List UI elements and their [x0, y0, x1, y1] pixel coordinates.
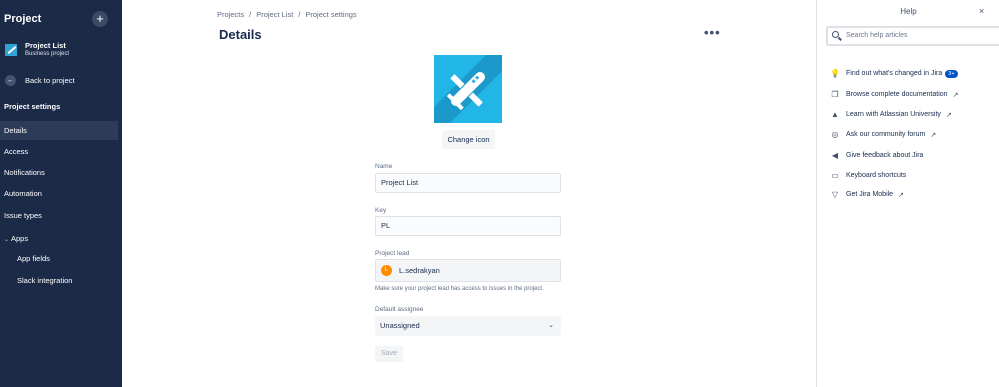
breadcrumb-project-list[interactable]: Project List [256, 10, 293, 19]
project-lead-label: Project lead [375, 250, 410, 257]
help-item-atlassian-university[interactable]: ▲ Learn with Atlassian University ↗ [830, 110, 952, 119]
breadcrumb-project-settings[interactable]: Project settings [305, 10, 356, 19]
change-icon-button[interactable]: Change icon [442, 130, 495, 149]
help-item-feedback[interactable]: ◀ Give feedback about Jira [830, 151, 924, 160]
sidebar-item-slack-integration[interactable]: Slack integration [0, 271, 118, 290]
megaphone-icon: ◀ [831, 151, 839, 160]
external-link-icon: ↗ [952, 91, 959, 99]
name-label: Name [375, 163, 393, 170]
create-button[interactable]: + [92, 11, 108, 27]
help-search-input[interactable]: Search help articles [826, 26, 999, 46]
project-lead-value: L.sedrakyan [399, 265, 440, 275]
default-assignee-label: Default assignee [375, 306, 424, 313]
document-icon: ❐ [831, 90, 839, 99]
breadcrumb-projects[interactable]: Projects [217, 10, 244, 19]
name-input[interactable]: Project List [375, 173, 561, 193]
back-label: Back to project [25, 76, 75, 85]
arrow-left-icon: ← [5, 75, 16, 86]
help-item-jira-mobile[interactable]: ▽ Get Jira Mobile ↗ [830, 190, 904, 199]
sidebar-item-apps[interactable]: ⌄ Apps [0, 229, 118, 248]
sidebar-item-automation[interactable]: Automation [0, 184, 118, 203]
project-type: Business project [25, 51, 70, 57]
help-item-label: Keyboard shortcuts [846, 172, 907, 179]
key-input[interactable]: PL [375, 216, 561, 236]
help-item-label: Get Jira Mobile [846, 191, 894, 198]
external-link-icon: ↗ [898, 191, 904, 199]
keyboard-icon: ▭ [831, 171, 839, 180]
default-assignee-value: Unassigned [380, 321, 420, 330]
search-icon [832, 31, 839, 38]
key-label: Key [375, 207, 387, 214]
project-lead-picker[interactable]: L L.sedrakyan [375, 259, 561, 282]
help-item-community-forum[interactable]: ◎ Ask our community forum ↗ [830, 130, 937, 139]
default-assignee-select[interactable]: Unassigned ⌄ [375, 316, 561, 336]
help-panel: Help × Search help articles 💡 Find out w… [816, 0, 999, 387]
help-item-label: Give feedback about Jira [846, 152, 924, 159]
avatar: L [381, 265, 392, 276]
close-icon[interactable]: × [979, 6, 984, 16]
help-title: Help [900, 7, 917, 16]
settings-section-title: Project settings [4, 102, 61, 111]
help-item-whats-changed[interactable]: 💡 Find out what's changed in Jira 3+ [830, 69, 958, 78]
sidebar-item-access[interactable]: Access [0, 142, 118, 161]
project-icon-image [434, 55, 502, 123]
atlassian-icon: ▲ [831, 110, 839, 119]
project-avatar-icon [5, 43, 17, 56]
breadcrumb-separator: / [249, 10, 252, 19]
chevron-down-icon: ⌄ [4, 237, 10, 243]
page-title: Details [219, 27, 262, 42]
help-item-label: Learn with Atlassian University [846, 111, 941, 118]
mobile-icon: ▽ [831, 190, 839, 199]
sidebar-item-apps-label: Apps [11, 234, 29, 243]
help-item-label: Browse complete documentation [846, 91, 948, 98]
count-badge: 3+ [945, 69, 958, 78]
help-item-documentation[interactable]: ❐ Browse complete documentation ↗ [830, 90, 958, 99]
project-name: Project List [25, 41, 66, 50]
sidebar-item-details[interactable]: Details [0, 121, 118, 140]
save-button[interactable]: Save [375, 346, 403, 362]
help-item-keyboard-shortcuts[interactable]: ▭ Keyboard shortcuts [830, 171, 906, 180]
help-item-label: Ask our community forum [846, 131, 926, 138]
project-header[interactable]: Project List Business project [5, 41, 69, 58]
project-lead-hint: Make sure your project lead has access t… [375, 286, 544, 292]
breadcrumb: Projects / Project List / Project settings [217, 10, 357, 19]
sidebar-item-notifications[interactable]: Notifications [0, 163, 118, 182]
help-item-label: Find out what's changed in Jira [846, 70, 943, 77]
breadcrumb-separator: / [298, 10, 301, 19]
more-actions-button[interactable]: ••• [704, 25, 721, 40]
sidebar-item-issue-types[interactable]: Issue types [0, 206, 118, 225]
chevron-down-icon: ⌄ [548, 322, 554, 329]
back-to-project-link[interactable]: ← Back to project [5, 75, 75, 86]
sidebar-item-app-fields[interactable]: App fields [0, 249, 118, 268]
lightbulb-icon: 💡 [830, 69, 840, 78]
external-link-icon: ↗ [930, 131, 937, 139]
external-link-icon: ↗ [945, 111, 952, 119]
help-search-placeholder: Search help articles [846, 32, 908, 39]
chat-icon: ◎ [831, 130, 839, 139]
airplane-icon [434, 55, 502, 123]
project-sidebar: Project + Project List Business project … [0, 0, 122, 387]
sidebar-title: Project [4, 13, 42, 25]
